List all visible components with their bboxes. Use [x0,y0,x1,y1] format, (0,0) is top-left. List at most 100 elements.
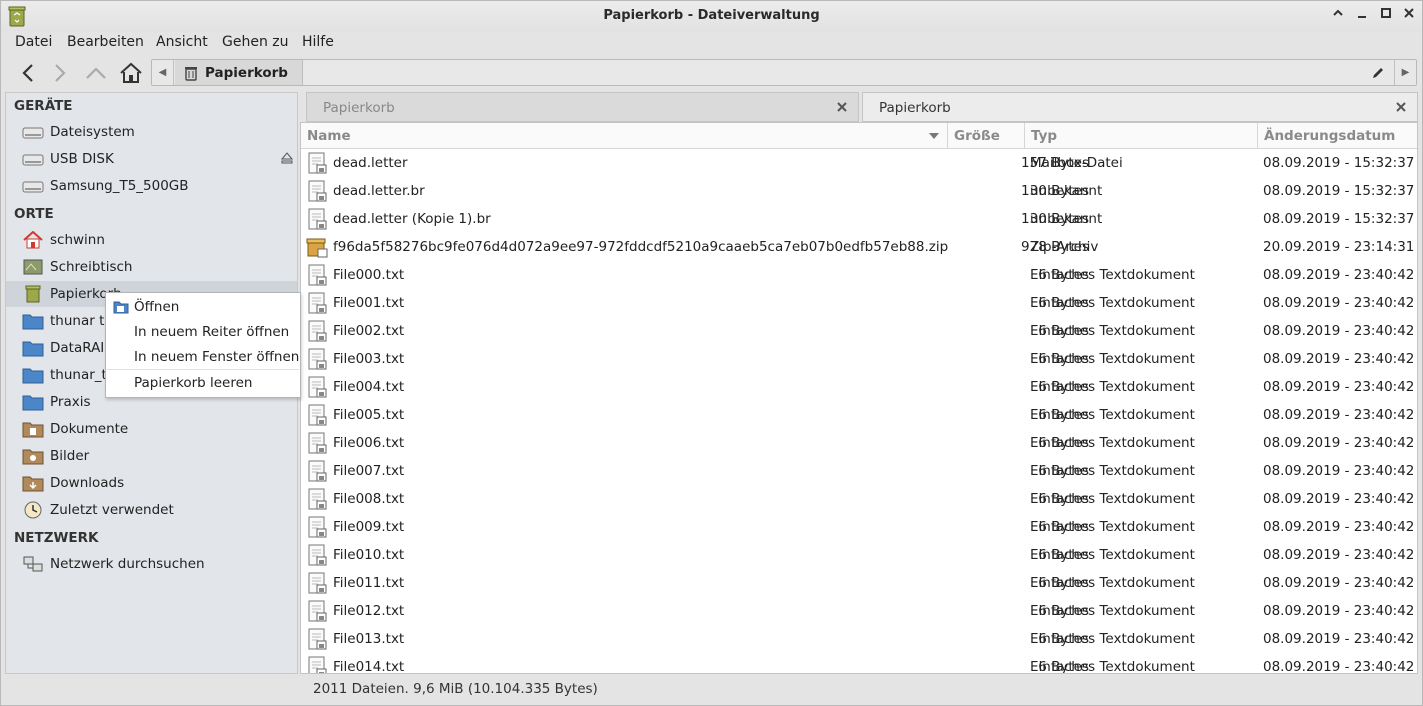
table-row[interactable]: File010.txt 6 Bytes Einfaches Textdokument… [301,541,1417,569]
sidebar-item-bilder[interactable]: Bilder [6,443,297,469]
close-button[interactable] [1400,7,1418,25]
column-header-label: Typ [1031,128,1058,144]
file-name: File001.txt [333,295,405,311]
folder-icon [22,395,44,411]
text-file-icon [308,320,327,342]
sidebar-item-schreibtisch[interactable]: Schreibtisch [6,254,297,280]
column-header-type[interactable]: Typ [1025,123,1258,149]
file-type: Einfaches Textdokument [1030,491,1195,507]
sidebar-item-usb-disk[interactable]: USB DISK [6,146,297,172]
file-date: 20.09.2019 - 23:14:31 [1263,239,1415,255]
pencil-icon[interactable] [1370,65,1386,81]
table-row[interactable]: dead.letter 157 Bytes Mailbox-Datei 08.09.2… [301,149,1417,177]
folder-icon [22,368,44,384]
eject-icon[interactable] [281,152,293,164]
table-row[interactable]: File013.txt 6 Bytes Einfaches Textdokument… [301,625,1417,653]
close-icon[interactable] [1395,101,1407,113]
sidebar-item-label: USB DISK [50,151,114,167]
table-row[interactable]: File002.txt 6 Bytes Einfaches Textdokument… [301,317,1417,345]
drive-icon [22,181,44,193]
file-name: File000.txt [333,267,405,283]
table-row[interactable]: File006.txt 6 Bytes Einfaches Textdokument… [301,429,1417,457]
pictures-folder-icon [22,449,44,465]
path-scroll-left-button[interactable]: ◀ [152,60,174,85]
table-row[interactable]: File001.txt 6 Bytes Einfaches Textdokument… [301,289,1417,317]
tab-papierkorb-1[interactable]: Papierkorb [306,92,859,122]
table-row[interactable]: File012.txt 6 Bytes Einfaches Textdokument… [301,597,1417,625]
back-button[interactable] [15,60,41,86]
file-date: 08.09.2019 - 23:40:42 [1263,295,1415,311]
menu-ansicht[interactable]: Ansicht [156,34,208,50]
maximize-button[interactable] [1377,7,1395,25]
file-name: File013.txt [333,631,405,647]
table-row[interactable]: File003.txt 6 Bytes Einfaches Textdokument… [301,345,1417,373]
table-row[interactable]: File008.txt 6 Bytes Einfaches Textdokument… [301,485,1417,513]
tab-bar: Papierkorb Papierkorb [300,92,1418,122]
home-button[interactable] [118,60,144,86]
column-header-size[interactable]: Größe [948,123,1025,149]
table-row[interactable]: File004.txt 6 Bytes Einfaches Textdokument… [301,373,1417,401]
table-row[interactable]: dead.letter (Kopie 1).br 130 Bytes unbekan… [301,205,1417,233]
path-scroll-right-button[interactable]: ▶ [1394,60,1416,85]
text-file-icon [308,404,327,426]
sidebar-item-label: Downloads [50,475,125,491]
ctx-open-in-new-tab[interactable]: In neuem Reiter öffnen [107,320,299,344]
table-row[interactable]: File011.txt 6 Bytes Einfaches Textdokument… [301,569,1417,597]
sidebar-item-label: Zuletzt verwendet [50,502,174,518]
file-type: Einfaches Textdokument [1030,547,1195,563]
file-type: Einfaches Textdokument [1030,463,1195,479]
location-pathbar: ◀ Papierkorb ▶ [151,59,1417,86]
ctx-open[interactable]: Öffnen [107,295,299,319]
sidebar-item-schwinn[interactable]: schwinn [6,227,297,253]
sidebar-item-netzwerk-durchsuchen[interactable]: Netzwerk durchsuchen [6,551,297,577]
file-name: File004.txt [333,379,405,395]
arrow-up-icon [86,67,106,79]
forward-button[interactable] [47,60,73,86]
tab-papierkorb-2[interactable]: Papierkorb [862,92,1418,122]
file-name: File006.txt [333,435,405,451]
close-icon[interactable] [836,101,848,113]
table-row[interactable]: File009.txt 6 Bytes Einfaches Textdokument… [301,513,1417,541]
sidebar-item-dateisystem[interactable]: Dateisystem [6,119,297,145]
column-header-name[interactable]: Name [301,123,948,149]
table-row[interactable]: File014.txt 6 Bytes Einfaches Textdokument… [301,653,1417,674]
up-button[interactable] [83,60,109,86]
home-icon [120,62,142,83]
sidebar-item-zuletzt-verwendet[interactable]: Zuletzt verwendet [6,497,297,523]
sidebar-item-label: Praxis [50,394,91,410]
ctx-empty-trash[interactable]: Papierkorb leeren [107,371,299,395]
file-list: Name Größe Typ Änderungsdatum dead.lette… [300,122,1418,674]
shade-button[interactable] [1329,7,1347,25]
table-row[interactable]: File007.txt 6 Bytes Einfaches Textdokument… [301,457,1417,485]
text-file-icon [308,264,327,286]
table-row[interactable]: File005.txt 6 Bytes Einfaches Textdokument… [301,401,1417,429]
text-file-icon [308,460,327,482]
menu-bearbeiten[interactable]: Bearbeiten [67,34,144,50]
sidebar-section-devices: GERÄTE [14,98,73,114]
sidebar-item-label: Schreibtisch [50,259,133,275]
folder-icon [22,314,44,330]
menu-hilfe[interactable]: Hilfe [302,34,334,50]
sidebar-item-dokumente[interactable]: Dokumente [6,416,297,442]
column-header-date[interactable]: Änderungsdatum [1258,123,1417,149]
sidebar-item-downloads[interactable]: Downloads [6,470,297,496]
breadcrumb-papierkorb[interactable]: Papierkorb [175,60,303,85]
file-type: Einfaches Textdokument [1030,603,1195,619]
file-date: 08.09.2019 - 23:40:42 [1263,407,1415,423]
ctx-open-in-new-window[interactable]: In neuem Fenster öffnen [107,345,299,369]
sort-descending-icon [929,133,939,139]
table-row[interactable]: File000.txt 6 Bytes Einfaches Textdokument… [301,261,1417,289]
table-row[interactable]: dead.letter.br 130 Bytes unbekannt 08.09.20… [301,177,1417,205]
table-row[interactable]: f96da5f58276bc9fe076d4d072a9ee97-972fddc… [301,233,1417,261]
menu-datei[interactable]: Datei [15,34,52,50]
sidebar-item-samsung-t5[interactable]: Samsung_T5_500GB [6,173,297,199]
file-type: Einfaches Textdokument [1030,659,1195,674]
title-bar[interactable]: Papierkorb - Dateiverwaltung [1,1,1422,31]
file-type: Einfaches Textdokument [1030,435,1195,451]
text-file-icon [308,348,327,370]
text-file-icon [308,628,327,650]
minimize-button[interactable] [1353,7,1371,25]
file-name: File002.txt [333,323,405,339]
menu-gehen-zu[interactable]: Gehen zu [222,34,289,50]
file-type: unbekannt [1030,211,1103,227]
